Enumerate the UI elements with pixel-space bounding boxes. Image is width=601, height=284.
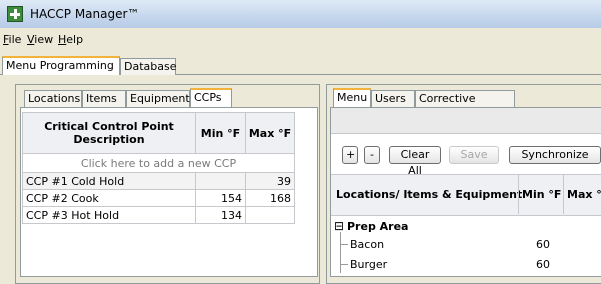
synchronize-button[interactable]: Synchronize <box>509 146 601 164</box>
tab-equipment[interactable]: Equipment <box>126 90 190 107</box>
table-row[interactable]: CCP #2 Cook 154 168 <box>22 189 295 207</box>
add-button[interactable]: + <box>342 146 358 164</box>
menu-help[interactable]: Help <box>58 33 83 46</box>
column-header-locations[interactable]: Locations/ Items & Equipment <box>336 188 522 201</box>
ccp-min-cell[interactable]: 154 <box>195 189 246 207</box>
menu-header-strip <box>331 108 601 134</box>
tree-group-prep-area[interactable]: Prep Area <box>347 220 408 233</box>
ccp-max-cell[interactable]: 168 <box>245 189 295 207</box>
ccp-description-cell[interactable]: CCP #2 Cook <box>22 189 196 207</box>
tree-item-burger[interactable]: Burger <box>350 258 387 271</box>
tab-database[interactable]: Database <box>120 58 177 75</box>
tree-connector <box>340 264 348 265</box>
tab-users[interactable]: Users <box>371 90 415 107</box>
tree-connector <box>340 232 341 273</box>
table-row[interactable]: CCP #1 Cold Hold 39 <box>22 172 295 190</box>
ccp-max-cell[interactable] <box>245 206 295 224</box>
tab-corrective-actions[interactable]: Corrective Actions <box>415 90 515 121</box>
title-bar: HACCP Manager™ <box>0 0 601 28</box>
window-title: HACCP Manager™ <box>30 7 140 21</box>
tree-item-bacon[interactable]: Bacon <box>350 238 384 251</box>
tab-locations[interactable]: Locations <box>24 90 82 107</box>
table-row[interactable]: CCP #3 Hot Hold 134 <box>22 206 295 224</box>
tab-ccps[interactable]: CCPs <box>190 88 232 107</box>
column-header-max[interactable]: Max °F <box>245 112 295 154</box>
ccp-min-cell[interactable]: 134 <box>195 206 246 224</box>
ccp-description-cell[interactable]: CCP #1 Cold Hold <box>22 172 196 190</box>
menu-view[interactable]: View <box>27 33 53 46</box>
app-icon <box>7 6 23 22</box>
tab-items[interactable]: Items <box>82 90 126 107</box>
item-min-cell[interactable]: 60 <box>536 258 550 271</box>
ccp-grid: Critical Control Point Description Min °… <box>22 112 295 224</box>
item-min-cell[interactable]: 60 <box>536 238 550 251</box>
column-header-min[interactable]: Min °F <box>195 112 246 154</box>
menu-file[interactable]: File <box>3 33 21 46</box>
column-divider <box>563 175 564 214</box>
ccp-description-cell[interactable]: CCP #3 Hot Hold <box>22 206 196 224</box>
column-header-description[interactable]: Critical Control Point Description <box>22 112 196 154</box>
tab-menu[interactable]: Menu <box>333 88 371 107</box>
column-header-min[interactable]: Min °F <box>522 188 561 201</box>
collapse-icon[interactable]: ⊟ <box>334 220 344 232</box>
column-divider <box>518 175 519 214</box>
tree-connector <box>340 244 348 245</box>
column-header-max[interactable]: Max ° <box>567 188 601 201</box>
ccp-max-cell[interactable]: 39 <box>245 172 295 190</box>
tab-menu-programming[interactable]: Menu Programming <box>2 56 120 75</box>
clear-all-button[interactable]: Clear All <box>389 146 441 177</box>
remove-button[interactable]: - <box>364 146 380 164</box>
save-button[interactable]: Save <box>449 146 499 164</box>
add-ccp-row[interactable]: Click here to add a new CCP <box>22 153 295 173</box>
locations-grid-header: Locations/ Items & Equipment Min °F Max … <box>331 174 601 216</box>
ccp-min-cell[interactable] <box>195 172 246 190</box>
